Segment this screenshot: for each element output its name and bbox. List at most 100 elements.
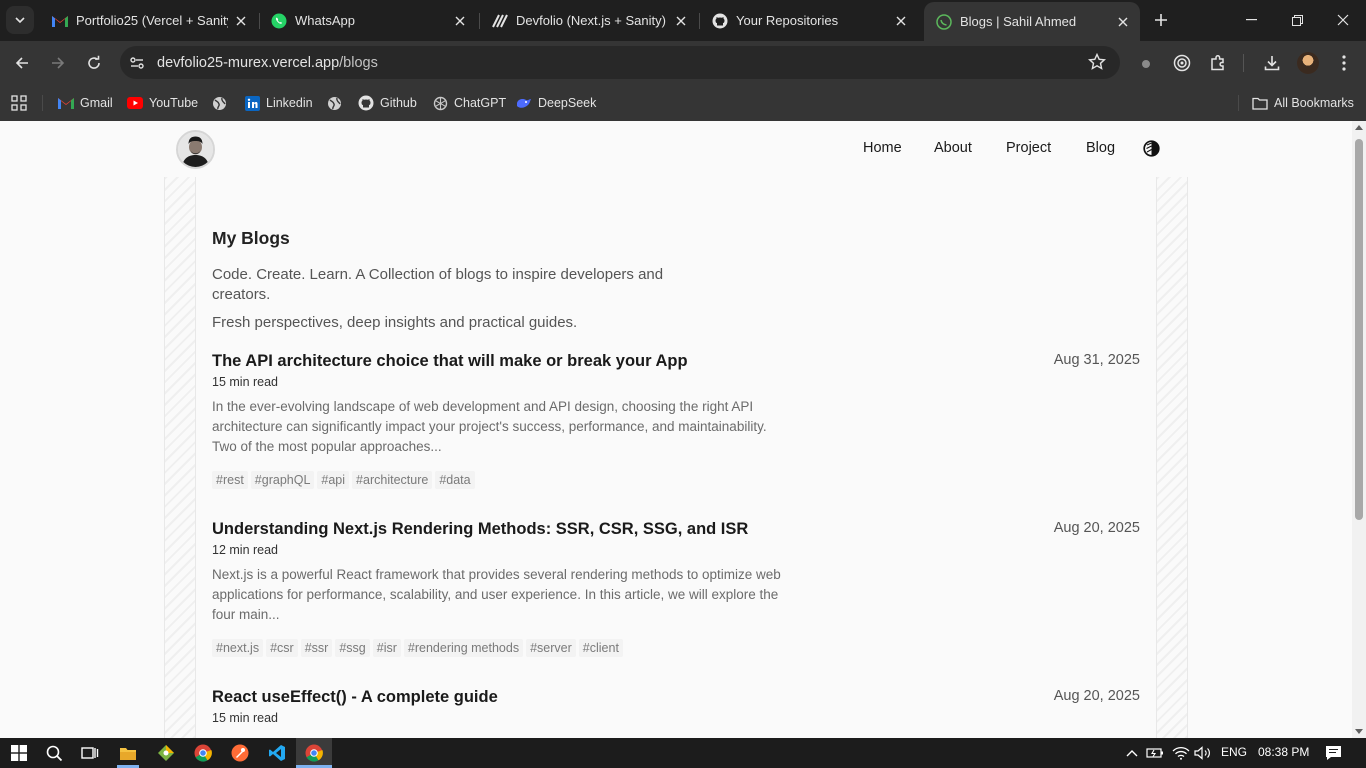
post-tag[interactable]: #server [526, 639, 576, 657]
post-tag[interactable]: #next.js [212, 639, 264, 657]
post-tag[interactable]: #rendering methods [403, 639, 524, 657]
post-tag[interactable]: #graphQL [250, 471, 315, 489]
close-icon[interactable] [451, 12, 469, 30]
forward-button[interactable] [44, 49, 72, 77]
postman-icon[interactable] [229, 742, 251, 764]
blog-post-card[interactable]: The API architecture choice that will ma… [212, 351, 1140, 489]
bookmark-deepseek[interactable]: DeepSeek [516, 92, 596, 114]
close-window-button[interactable] [1320, 0, 1366, 40]
apps-button[interactable] [11, 92, 27, 114]
bookmark-globe-2[interactable] [326, 92, 348, 114]
back-button[interactable] [8, 49, 36, 77]
blog-post-card[interactable]: React useEffect() - A complete guide Aug… [212, 687, 1140, 725]
page-scrollbar[interactable] [1352, 121, 1366, 738]
bookmark-youtube[interactable]: YouTube [127, 92, 198, 114]
downloads-icon[interactable] [1261, 52, 1283, 74]
post-title[interactable]: The API architecture choice that will ma… [212, 351, 1140, 371]
post-read-time: 12 min read [212, 543, 279, 557]
extension-dot-icon[interactable] [1135, 52, 1157, 74]
blog-post-card[interactable]: Understanding Next.js Rendering Methods:… [212, 519, 1140, 657]
windows-taskbar: ENG 08:38 PM [0, 738, 1366, 768]
close-icon[interactable] [672, 12, 690, 30]
minimize-button[interactable] [1228, 0, 1274, 40]
right-hatch-border [1156, 177, 1188, 738]
bookmark-globe-1[interactable] [211, 92, 233, 114]
bookmark-chatgpt[interactable]: ChatGPT [432, 92, 506, 114]
tab-repositories[interactable]: Your Repositories [700, 4, 918, 37]
file-explorer-icon[interactable] [117, 742, 139, 764]
close-icon[interactable] [232, 12, 250, 30]
battery-icon[interactable] [1144, 742, 1166, 764]
scroll-up-arrow[interactable] [1355, 125, 1363, 130]
page-viewport: Home About Project Blog My Blogs Code. C… [0, 121, 1366, 738]
language-indicator[interactable]: ENG [1221, 745, 1247, 759]
chatgpt-icon [432, 95, 448, 111]
all-bookmarks-button[interactable]: All Bookmarks [1252, 92, 1354, 114]
restore-button[interactable] [1274, 0, 1320, 40]
url-text: devfolio25-murex.vercel.app/blogs [157, 55, 378, 71]
tab-blogs[interactable]: Blogs | Sahil Ahmed [924, 2, 1140, 41]
tab-title: Devfolio (Next.js + Sanity) | S [516, 13, 668, 28]
page-subtitle: Code. Create. Learn. A Collection of blo… [212, 266, 664, 303]
post-tag[interactable]: #client [578, 639, 623, 657]
post-tag[interactable]: #ssr [300, 639, 333, 657]
post-title[interactable]: React useEffect() - A complete guide [212, 687, 1140, 707]
tab-search-button[interactable] [6, 6, 34, 34]
new-tab-button[interactable] [1150, 9, 1172, 31]
nav-blog[interactable]: Blog [1086, 140, 1115, 156]
target-extension-icon[interactable] [1171, 52, 1193, 74]
vscode-icon[interactable] [266, 742, 288, 764]
scrollbar-thumb[interactable] [1355, 139, 1363, 520]
avatar[interactable] [176, 130, 215, 169]
close-icon[interactable] [892, 12, 910, 30]
all-bookmarks-label: All Bookmarks [1274, 96, 1354, 110]
tab-strip: Portfolio25 (Vercel + Sanity) | WhatsApp… [0, 0, 1366, 41]
bookmark-github[interactable]: Github [358, 92, 417, 114]
post-tag[interactable]: #data [435, 471, 475, 489]
bookmark-linkedin[interactable]: Linkedin [244, 92, 313, 114]
close-icon[interactable] [1114, 13, 1132, 31]
nav-project[interactable]: Project [1006, 140, 1051, 156]
post-tag[interactable]: #ssg [335, 639, 370, 657]
windows-start-icon[interactable] [8, 742, 30, 764]
tab-whatsapp[interactable]: WhatsApp [259, 4, 477, 37]
site-info-icon[interactable] [124, 50, 150, 76]
scroll-down-arrow[interactable] [1355, 729, 1363, 734]
tab-title: Your Repositories [736, 13, 839, 28]
chrome-icon[interactable] [192, 742, 214, 764]
reload-button[interactable] [80, 49, 108, 77]
task-view-icon[interactable] [79, 742, 101, 764]
post-tag[interactable]: #isr [372, 639, 401, 657]
post-title[interactable]: Understanding Next.js Rendering Methods:… [212, 519, 1140, 539]
chrome-active-icon[interactable] [303, 742, 325, 764]
profile-avatar[interactable] [1297, 52, 1319, 74]
bookmark-star-icon[interactable] [1088, 53, 1106, 71]
post-tag[interactable]: #rest [212, 471, 248, 489]
post-tag[interactable]: #api [317, 471, 350, 489]
left-hatch-border [164, 177, 196, 738]
post-tag[interactable]: #architecture [352, 471, 433, 489]
nav-home[interactable]: Home [863, 140, 902, 156]
minimize-icon [1245, 19, 1257, 21]
nav-about[interactable]: About [934, 140, 972, 156]
notifications-icon[interactable] [1322, 742, 1344, 764]
taskbar-clock[interactable]: 08:38 PM [1258, 745, 1309, 759]
arrow-right-icon [52, 57, 65, 69]
tab-devfolio[interactable]: Devfolio (Next.js + Sanity) | S [480, 4, 698, 37]
sanity-icon [492, 13, 508, 29]
tab-title: Portfolio25 (Vercel + Sanity) | [76, 13, 228, 28]
theme-toggle-icon[interactable] [1143, 140, 1160, 157]
volume-icon[interactable] [1192, 742, 1214, 764]
git-icon[interactable] [155, 742, 177, 764]
wifi-icon[interactable] [1170, 742, 1192, 764]
extensions-puzzle-icon[interactable] [1207, 52, 1229, 74]
gmail-icon [52, 13, 68, 29]
tab-portfolio[interactable]: Portfolio25 (Vercel + Sanity) | [40, 4, 258, 37]
address-bar[interactable]: devfolio25-murex.vercel.app/blogs [120, 46, 1120, 79]
search-icon[interactable] [43, 742, 65, 764]
tray-chevron-up-icon[interactable] [1121, 742, 1143, 764]
more-menu-icon[interactable] [1333, 52, 1355, 74]
bookmark-gmail[interactable]: Gmail [58, 92, 113, 114]
bookmark-label: Gmail [80, 96, 113, 110]
post-tag[interactable]: #csr [266, 639, 298, 657]
